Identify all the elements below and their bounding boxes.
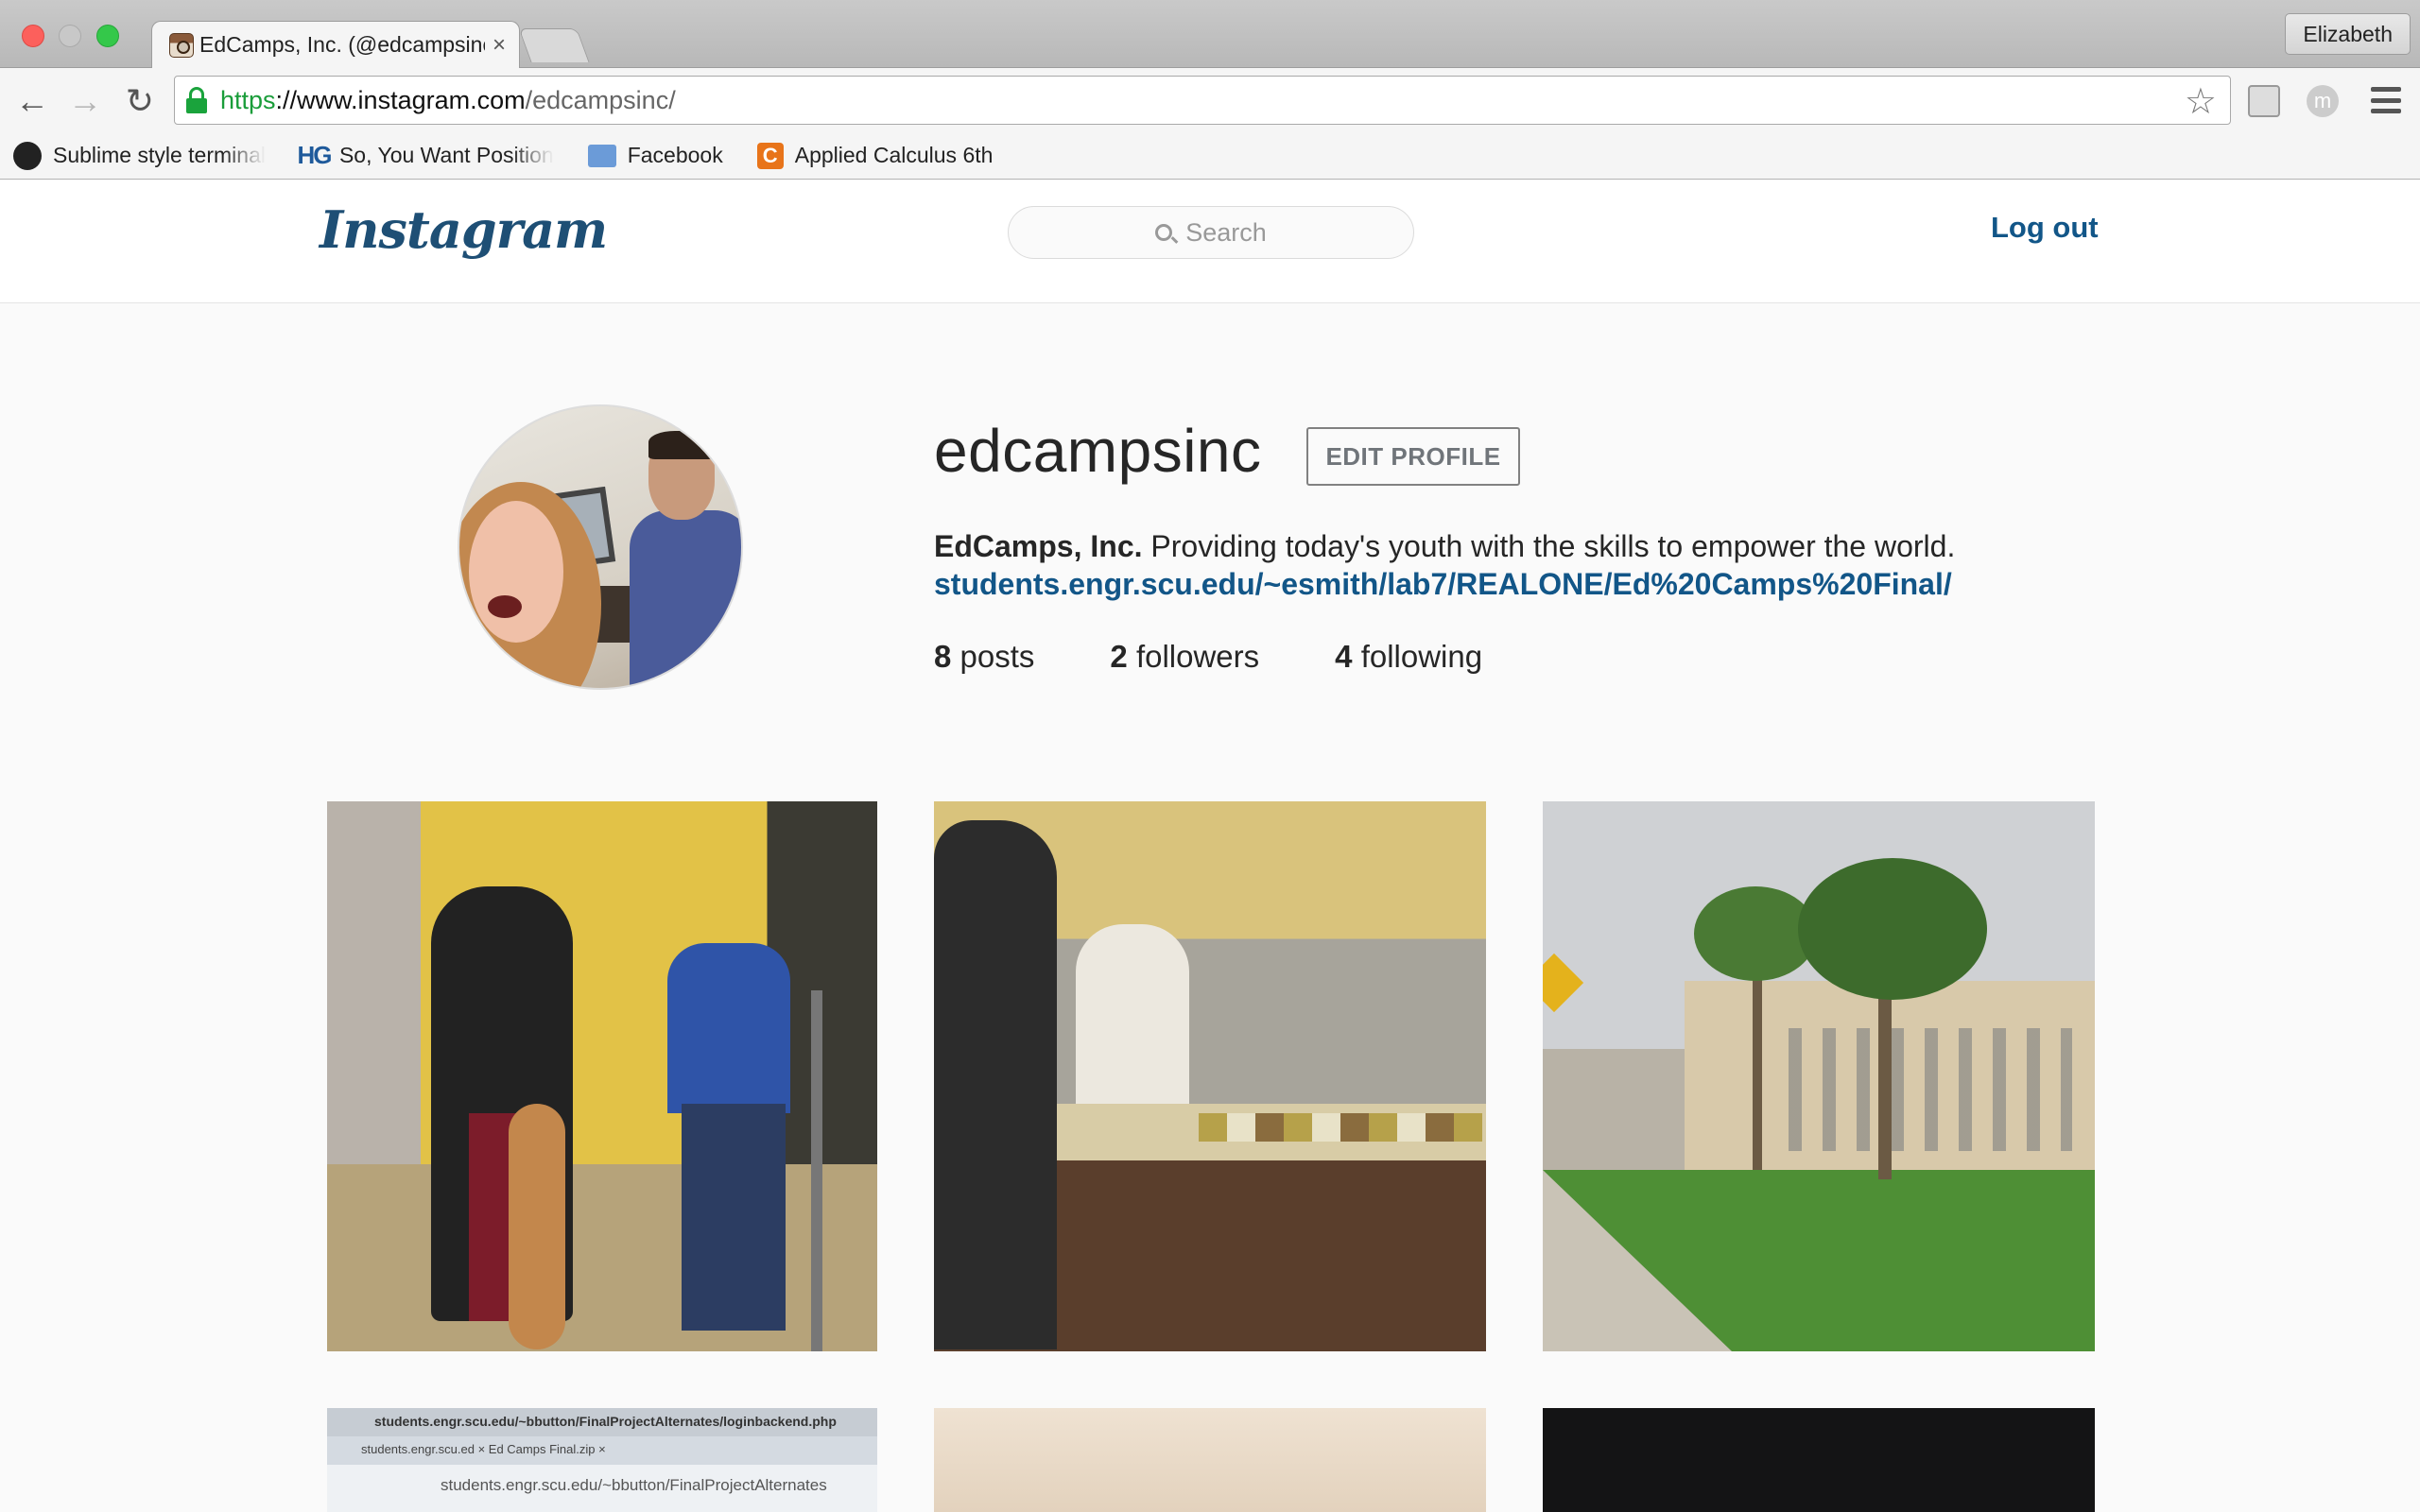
- profile-avatar[interactable]: [458, 404, 743, 690]
- bookmark-item[interactable]: Sublime style terminal: [13, 141, 266, 170]
- bookmark-star-icon[interactable]: ☆: [2185, 80, 2217, 123]
- posts-count: 8 posts: [934, 639, 1035, 674]
- minimize-window-button[interactable]: [59, 25, 81, 47]
- lock-icon[interactable]: [186, 87, 207, 113]
- instagram-header: Instagram Search Log out: [0, 180, 2420, 303]
- bookmark-item[interactable]: HG So, You Want Position: [297, 141, 553, 170]
- forward-arrow-icon[interactable]: →: [66, 81, 104, 120]
- post-thumbnail[interactable]: students.engr.scu.edu/~bbutton/FinalProj…: [327, 1408, 877, 1512]
- hg-icon: HG: [297, 141, 332, 169]
- maximize-window-button[interactable]: [96, 25, 119, 47]
- post-thumbnail[interactable]: [327, 801, 877, 1351]
- profile-bio: EdCamps, Inc. Providing today's youth wi…: [934, 524, 1955, 569]
- browser-titlebar: EdCamps, Inc. (@edcampsinc) × Elizabeth: [0, 0, 2420, 68]
- instagram-logo[interactable]: Instagram: [320, 199, 608, 260]
- edit-profile-button[interactable]: EDIT PROFILE: [1306, 427, 1520, 486]
- screenshot-address-text: students.engr.scu.edu/~bbutton/FinalProj…: [327, 1465, 877, 1512]
- post-thumbnail[interactable]: [1543, 1408, 2095, 1512]
- bookmark-item[interactable]: C Applied Calculus 6th: [756, 142, 993, 169]
- screenshot-tabs-text: students.engr.scu.ed × Ed Camps Final.zi…: [327, 1436, 877, 1465]
- back-arrow-icon[interactable]: ←: [13, 81, 51, 120]
- search-input[interactable]: Search: [1008, 206, 1414, 259]
- browser-tab-active[interactable]: EdCamps, Inc. (@edcampsinc) ×: [151, 21, 520, 68]
- folder-icon: [587, 144, 616, 167]
- screenshot-url-text: students.engr.scu.edu/~bbutton/FinalProj…: [327, 1408, 877, 1436]
- bookmarks-bar: Sublime style terminal HG So, You Want P…: [0, 132, 2420, 180]
- reload-icon[interactable]: ↻: [121, 81, 159, 120]
- post-thumbnail[interactable]: [1543, 801, 2095, 1351]
- profile-username: edcampsinc: [934, 417, 1262, 485]
- close-window-button[interactable]: [22, 25, 44, 47]
- post-thumbnail[interactable]: [934, 801, 1486, 1351]
- browser-profile-button[interactable]: Elizabeth: [2285, 13, 2411, 55]
- post-thumbnail[interactable]: [934, 1408, 1486, 1512]
- tab-title: EdCamps, Inc. (@edcampsinc): [199, 32, 485, 57]
- profile-bio-text: Providing today's youth with the skills …: [1150, 529, 1956, 563]
- logout-link[interactable]: Log out: [1991, 211, 2099, 245]
- url-text[interactable]: https://www.instagram.com/edcampsinc/: [220, 86, 676, 115]
- instagram-favicon-icon: [169, 32, 194, 58]
- profile-website-link[interactable]: students.engr.scu.edu/~esmith/lab7/REALO…: [934, 567, 1952, 602]
- c-icon: C: [756, 142, 784, 169]
- extension-m-icon[interactable]: m: [2307, 85, 2339, 117]
- chrome-menu-icon[interactable]: [2371, 87, 2401, 113]
- browser-toolbar: ← → ↻ https://www.instagram.com/edcampsi…: [0, 68, 2420, 132]
- followers-link[interactable]: 2 followers: [1110, 639, 1259, 675]
- address-bar[interactable]: https://www.instagram.com/edcampsinc/ ☆: [174, 76, 2231, 125]
- profile-full-name: EdCamps, Inc.: [934, 529, 1143, 563]
- tab-close-icon[interactable]: ×: [493, 32, 506, 59]
- profile-stats: 8 posts 2 followers 4 following: [934, 639, 1558, 675]
- bookmark-folder[interactable]: Facebook: [587, 143, 723, 168]
- extension-docs-icon[interactable]: [2248, 85, 2280, 117]
- following-link[interactable]: 4 following: [1335, 639, 1482, 675]
- new-tab-button[interactable]: [518, 28, 590, 62]
- github-icon: [13, 141, 42, 170]
- search-icon: [1155, 224, 1173, 241]
- search-placeholder: Search: [1185, 217, 1267, 247]
